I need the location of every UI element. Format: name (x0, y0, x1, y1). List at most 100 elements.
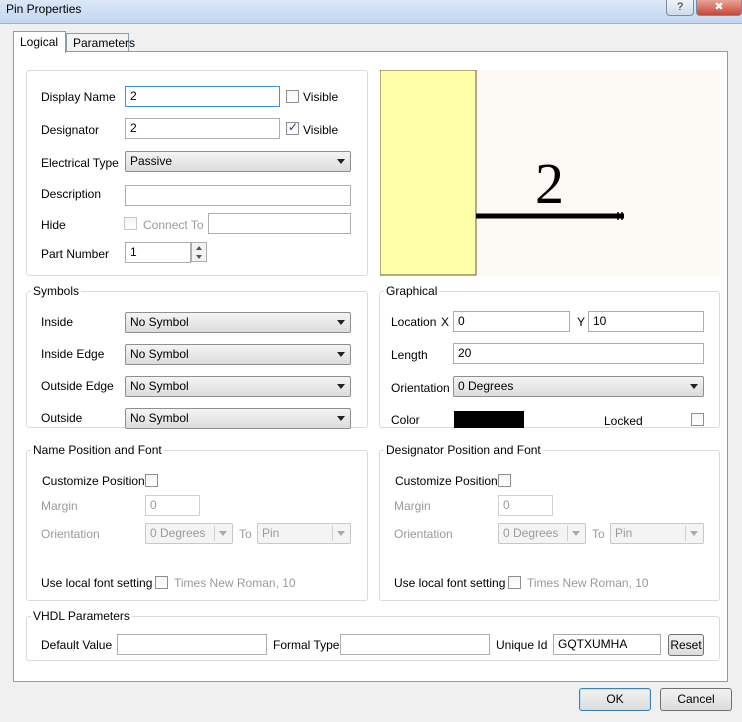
chevron-down-icon (572, 531, 580, 536)
symbol-outside-select[interactable]: No Symbol (125, 408, 351, 429)
vhdl-default-label: Default Value (41, 638, 113, 652)
location-y-field[interactable]: 10 (588, 311, 704, 332)
designator-position-legend: Designator Position and Font (386, 443, 541, 457)
designator-to-label: To (592, 527, 605, 541)
designator-to-select[interactable]: Pin (610, 523, 704, 544)
name-font-value[interactable]: Times New Roman, 10 (174, 576, 296, 590)
combo-separator (332, 526, 333, 541)
electrical-type-select[interactable]: Passive (125, 151, 351, 172)
display-name-label: Display Name (41, 90, 116, 104)
name-orientation-select[interactable]: 0 Degrees (145, 523, 233, 544)
name-local-font-label: Use local font setting (41, 576, 153, 590)
cancel-button[interactable]: Cancel (660, 688, 732, 711)
description-label: Description (41, 187, 102, 201)
vhdl-formal-field[interactable] (340, 634, 490, 655)
display-name-visible-label: Visible (303, 90, 339, 104)
pin-preview: 2 (379, 69, 720, 276)
designator-visible-label: Visible (303, 123, 339, 137)
vhdl-unique-label: Unique Id (496, 638, 548, 652)
location-x-label: X (441, 315, 450, 329)
symbol-outside-label: Outside (41, 411, 83, 425)
chevron-down-icon (337, 416, 345, 421)
hide-checkbox[interactable] (124, 217, 137, 230)
designator-orientation-select[interactable]: 0 Degrees (498, 523, 586, 544)
connect-to-field[interactable] (208, 213, 351, 234)
chevron-down-icon (337, 531, 345, 536)
location-x-field[interactable]: 0 (453, 311, 570, 332)
name-position-group: Name Position and Font Customize Positio… (26, 443, 368, 601)
electrical-type-label: Electrical Type (41, 156, 119, 170)
symbol-inside-edge-value: No Symbol (130, 347, 189, 361)
designator-customize-label: Customize Position (395, 474, 498, 488)
length-field[interactable]: 20 (453, 343, 704, 364)
symbol-outside-edge-label: Outside Edge (41, 379, 114, 393)
tab-logical-label: Logical (20, 35, 59, 49)
locked-checkbox[interactable] (691, 413, 704, 426)
vhdl-unique-field[interactable]: GQTXUMHA (553, 634, 661, 655)
name-margin-field[interactable]: 0 (145, 495, 200, 516)
chevron-down-icon (337, 352, 345, 357)
chevron-down-icon (337, 384, 345, 389)
tab-container: Logical Parameters Display Name 2 Visibl… (13, 31, 728, 682)
chevron-down-icon (337, 320, 345, 325)
close-icon: ✖ (714, 1, 724, 13)
electrical-type-value: Passive (130, 154, 173, 168)
symbol-inside-select[interactable]: No Symbol (125, 312, 351, 333)
symbol-inside-edge-select[interactable]: No Symbol (125, 344, 351, 365)
display-name-field[interactable]: 2 (125, 86, 280, 107)
component-body (379, 69, 477, 276)
name-margin-label: Margin (41, 499, 78, 513)
orientation-select[interactable]: 0 Degrees (453, 376, 704, 397)
help-icon: ? (676, 1, 684, 13)
symbol-outside-edge-select[interactable]: No Symbol (125, 376, 351, 397)
designator-field[interactable]: 2 (125, 118, 280, 139)
designator-font-value[interactable]: Times New Roman, 10 (527, 576, 649, 590)
name-position-legend: Name Position and Font (33, 443, 162, 457)
graphical-group: Graphical Location X 0 Y 10 Length 20 Or… (379, 284, 720, 428)
designator-margin-field[interactable]: 0 (498, 495, 553, 516)
description-field[interactable] (125, 185, 351, 206)
pin-preview-graphic: 2 (379, 69, 624, 276)
designator-to-value: Pin (615, 526, 633, 540)
name-to-select[interactable]: Pin (257, 523, 351, 544)
designator-local-font-checkbox[interactable] (508, 576, 521, 589)
display-name-visible-checkbox[interactable] (286, 90, 299, 103)
part-number-spinner[interactable] (191, 242, 207, 262)
help-button[interactable]: ? (666, 0, 694, 16)
vhdl-group: VHDL Parameters Default Value Formal Typ… (26, 609, 720, 661)
location-y-label: Y (577, 315, 586, 329)
locked-label: Locked (604, 414, 643, 428)
chevron-down-icon (337, 159, 345, 164)
symbol-inside-label: Inside (41, 315, 74, 329)
tab-parameters-label: Parameters (73, 36, 136, 50)
vhdl-reset-button[interactable]: Reset (668, 634, 704, 656)
name-customize-label: Customize Position (42, 474, 145, 488)
tab-parameters[interactable]: Parameters (66, 33, 135, 52)
name-local-font-checkbox[interactable] (155, 576, 168, 589)
color-swatch[interactable] (454, 411, 524, 428)
ok-button[interactable]: OK (579, 688, 651, 711)
symbol-outside-edge-value: No Symbol (130, 379, 189, 393)
tab-logical[interactable]: Logical (13, 31, 66, 53)
pin-preview-number: 2 (535, 151, 564, 216)
close-button[interactable]: ✖ (696, 0, 742, 16)
logical-panel: Display Name 2 Visible Designator 2 Visi… (13, 51, 728, 682)
symbols-group: Symbols Inside No Symbol Inside Edge No … (26, 284, 368, 429)
connect-to-label: Connect To (143, 218, 204, 232)
spin-up-icon[interactable] (196, 246, 202, 250)
spin-down-icon[interactable] (196, 255, 202, 259)
designator-customize-checkbox[interactable] (498, 474, 511, 487)
designator-visible-checkbox[interactable] (286, 120, 299, 135)
color-label: Color (391, 413, 420, 427)
name-customize-checkbox[interactable] (145, 474, 158, 487)
chevron-down-icon (690, 531, 698, 536)
vhdl-default-field[interactable] (117, 634, 267, 655)
designator-orientation-label: Orientation (394, 527, 453, 541)
title-bar: Pin Properties ? ✖ (0, 0, 742, 24)
orientation-value: 0 Degrees (458, 379, 514, 393)
part-number-field[interactable]: 1 (125, 242, 191, 263)
vhdl-legend: VHDL Parameters (33, 609, 130, 623)
vhdl-formal-label: Formal Type (273, 638, 340, 652)
part-number-label: Part Number (41, 247, 110, 261)
designator-local-font-label: Use local font setting (394, 576, 506, 590)
